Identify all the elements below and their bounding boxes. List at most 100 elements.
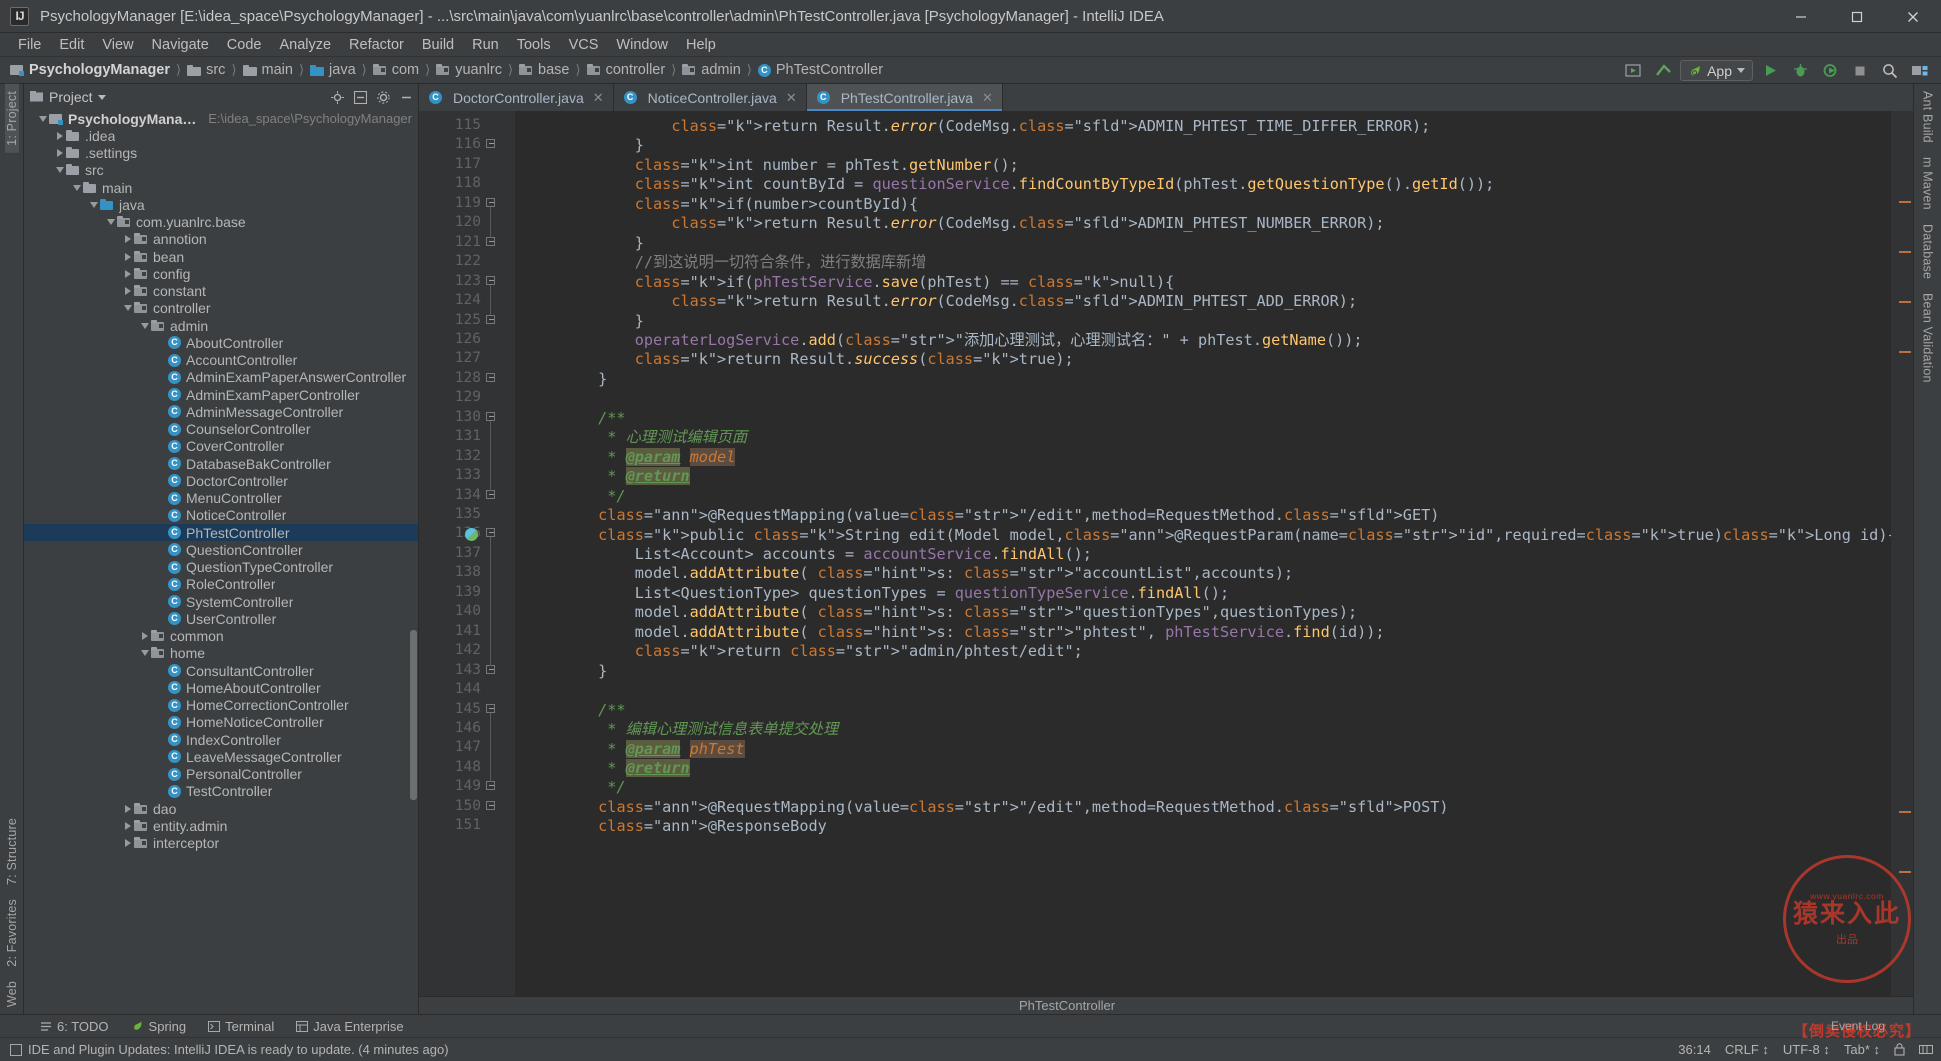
hide-icon[interactable]: [400, 91, 413, 104]
status-message-area[interactable]: IDE and Plugin Updates: IntelliJ IDEA is…: [10, 1042, 449, 1057]
menu-build[interactable]: Build: [413, 33, 463, 57]
breadcrumb-src[interactable]: src: [187, 62, 225, 78]
memory-indicator-icon[interactable]: [1919, 1043, 1933, 1056]
tree-item[interactable]: bean: [24, 248, 418, 265]
tree-item[interactable]: PsychologyManagerE:\idea_space\Psycholog…: [24, 110, 418, 127]
close-icon[interactable]: [1885, 0, 1941, 33]
breadcrumb-yuanlrc[interactable]: yuanlrc: [436, 62, 502, 78]
debug-icon[interactable]: [1787, 60, 1813, 82]
expand-arrow-icon[interactable]: [53, 145, 66, 162]
error-stripe-mark[interactable]: [1899, 251, 1911, 253]
code-folding-marker[interactable]: [486, 412, 497, 423]
tab-noticecontroller[interactable]: C NoticeController.java ✕: [614, 84, 807, 111]
close-icon[interactable]: ✕: [982, 90, 993, 106]
menu-code[interactable]: Code: [218, 33, 271, 57]
tree-item[interactable]: CAdminMessageController: [24, 403, 418, 420]
code-folding-marker[interactable]: [486, 528, 497, 539]
tree-item[interactable]: CQuestionTypeController: [24, 559, 418, 576]
tree-item[interactable]: CCounselorController: [24, 421, 418, 438]
tab-doctorcontroller[interactable]: C DoctorController.java ✕: [419, 84, 614, 111]
sidebar-item-favorites[interactable]: 2: Favorites: [5, 892, 19, 974]
gear-icon[interactable]: [377, 91, 390, 104]
menu-window[interactable]: Window: [607, 33, 677, 57]
code-folding-marker[interactable]: [486, 198, 497, 209]
minimize-icon[interactable]: [1773, 0, 1829, 33]
code-folding-marker[interactable]: [486, 315, 497, 326]
tree-item[interactable]: interceptor: [24, 835, 418, 852]
error-stripe-mark[interactable]: [1899, 301, 1911, 303]
indent-setting[interactable]: Tab* ↕: [1844, 1042, 1880, 1057]
expand-arrow-icon[interactable]: [121, 231, 134, 248]
tree-item[interactable]: CDatabaseBakController: [24, 455, 418, 472]
file-encoding[interactable]: UTF-8 ↕: [1783, 1042, 1830, 1057]
menu-vcs[interactable]: VCS: [560, 33, 608, 57]
tree-item[interactable]: entity.admin: [24, 817, 418, 834]
breadcrumb-com[interactable]: com: [373, 62, 419, 78]
expand-arrow-icon[interactable]: [121, 835, 134, 852]
tree-item[interactable]: config: [24, 265, 418, 282]
tree-item[interactable]: CUserController: [24, 610, 418, 627]
error-stripe-mark[interactable]: [1899, 201, 1911, 203]
tree-item[interactable]: java: [24, 196, 418, 213]
tree-item[interactable]: annotion: [24, 231, 418, 248]
collapse-arrow-icon[interactable]: [121, 300, 134, 317]
tree-item[interactable]: CRoleController: [24, 576, 418, 593]
code-folding-marker[interactable]: [486, 139, 497, 150]
toolwindow-java-enterprise[interactable]: Java Enterprise: [296, 1019, 403, 1034]
tree-item[interactable]: CAboutController: [24, 334, 418, 351]
toolwindow-todo[interactable]: 6: TODO: [40, 1019, 109, 1034]
tree-item[interactable]: CAccountController: [24, 352, 418, 369]
expand-arrow-icon[interactable]: [121, 265, 134, 282]
tree-item[interactable]: CNoticeController: [24, 507, 418, 524]
lock-icon[interactable]: [1894, 1043, 1905, 1056]
maximize-icon[interactable]: [1829, 0, 1885, 33]
tree-item[interactable]: common: [24, 628, 418, 645]
code-folding-marker[interactable]: [486, 373, 497, 384]
tree-item[interactable]: CCoverController: [24, 438, 418, 455]
tree-item[interactable]: CTestController: [24, 783, 418, 800]
caret-position[interactable]: 36:14: [1678, 1042, 1711, 1057]
tree-item[interactable]: CPersonalController: [24, 766, 418, 783]
tree-item[interactable]: CIndexController: [24, 731, 418, 748]
menu-navigate[interactable]: Navigate: [143, 33, 218, 57]
error-stripe-mark[interactable]: [1899, 871, 1911, 873]
line-separator[interactable]: CRLF ↕: [1725, 1042, 1769, 1057]
tree-item[interactable]: CAdminExamPaperAnswerController: [24, 369, 418, 386]
search-everywhere-icon[interactable]: [1877, 60, 1903, 82]
tree-item[interactable]: CHomeAboutController: [24, 679, 418, 696]
code-folding-marker[interactable]: [486, 237, 497, 248]
menu-analyze[interactable]: Analyze: [270, 33, 340, 57]
breadcrumb-class[interactable]: C PhTestController: [758, 62, 883, 78]
collapse-arrow-icon[interactable]: [138, 645, 151, 662]
tree-item[interactable]: CAdminExamPaperController: [24, 386, 418, 403]
sidebar-item-database[interactable]: Database: [1921, 217, 1935, 286]
tree-item[interactable]: dao: [24, 800, 418, 817]
collapse-arrow-icon[interactable]: [87, 196, 100, 213]
code-folding-marker[interactable]: [486, 801, 497, 812]
project-file-tree[interactable]: PsychologyManagerE:\idea_space\Psycholog…: [24, 110, 418, 1014]
editor-gutter[interactable]: 1151161171181191201211221231241251261271…: [419, 111, 515, 996]
breadcrumb-admin[interactable]: admin: [682, 62, 741, 78]
sidebar-item-bean-validation[interactable]: Bean Validation: [1921, 286, 1935, 390]
make-project-icon[interactable]: [1650, 60, 1676, 82]
tree-item[interactable]: main: [24, 179, 418, 196]
breadcrumb-base[interactable]: base: [519, 62, 569, 78]
tree-item[interactable]: CLeaveMessageController: [24, 748, 418, 765]
expand-arrow-icon[interactable]: [138, 628, 151, 645]
code-folding-marker[interactable]: [486, 704, 497, 715]
tree-item[interactable]: CHomeCorrectionController: [24, 697, 418, 714]
collapse-arrow-icon[interactable]: [53, 162, 66, 179]
expand-arrow-icon[interactable]: [121, 800, 134, 817]
update-project-icon[interactable]: [1620, 60, 1646, 82]
editor-marker-bar[interactable]: [1891, 111, 1913, 996]
collapse-arrow-icon[interactable]: [70, 179, 83, 196]
tree-item[interactable]: admin: [24, 317, 418, 334]
menu-file[interactable]: File: [9, 33, 50, 57]
menu-refactor[interactable]: Refactor: [340, 33, 413, 57]
tree-item[interactable]: CHomeNoticeController: [24, 714, 418, 731]
sidebar-item-project[interactable]: 1: Project: [5, 84, 19, 153]
tree-item-selected[interactable]: CPhTestController: [24, 524, 418, 541]
breadcrumb-main[interactable]: main: [243, 62, 293, 78]
menu-edit[interactable]: Edit: [50, 33, 93, 57]
run-configuration-selector[interactable]: App: [1680, 60, 1753, 81]
